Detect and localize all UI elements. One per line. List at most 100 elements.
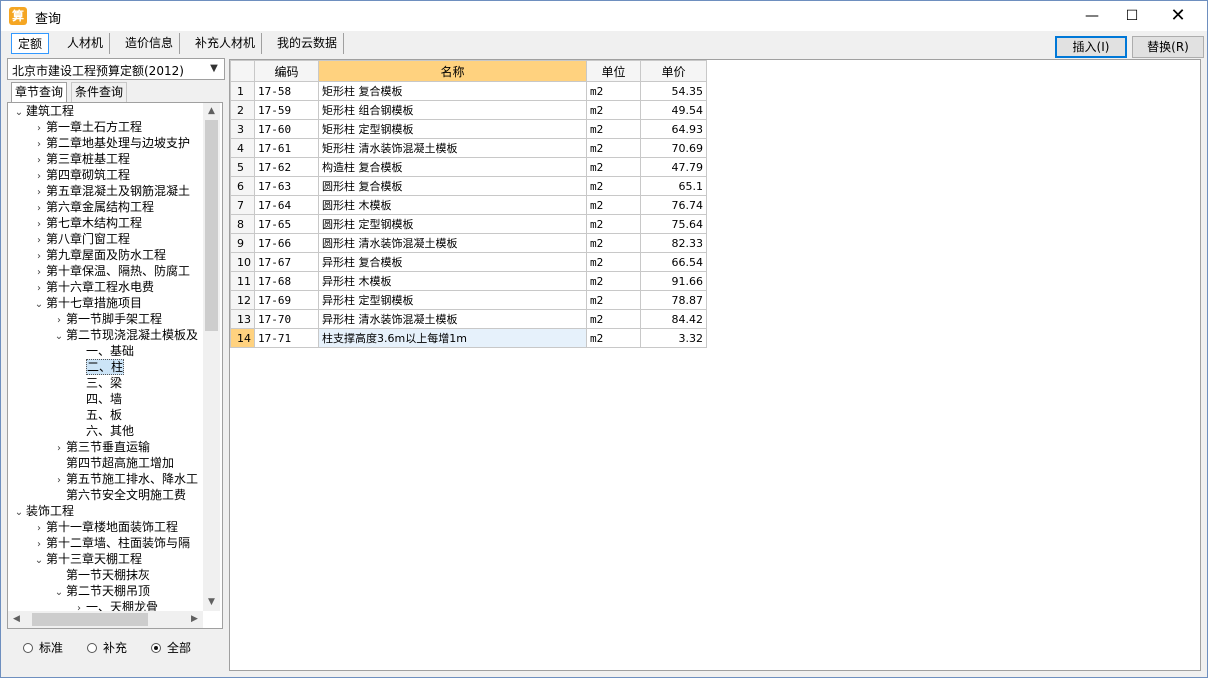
tree-item[interactable]: 二、柱 xyxy=(72,359,125,375)
tree-vertical-scrollbar[interactable]: ▲ ▼ xyxy=(203,103,220,611)
radio-standard[interactable]: 标准 xyxy=(23,640,63,656)
table-row[interactable]: 4 17-61 矩形柱 清水装饰混凝土模板 m2 70.69 xyxy=(230,138,707,158)
tree-item[interactable]: ⌄ 第十三章天棚工程 xyxy=(32,551,142,567)
cell-price[interactable]: 65.1 xyxy=(640,176,707,196)
cell-name[interactable]: 异形柱 复合模板 xyxy=(318,252,587,272)
tab-condition-search[interactable]: 条件查询 xyxy=(71,82,128,102)
tree-item[interactable]: › 第九章屋面及防水工程 xyxy=(32,247,166,263)
cell-price[interactable]: 84.42 xyxy=(640,309,707,329)
cell-code[interactable]: 17-60 xyxy=(254,119,319,139)
cell-unit[interactable]: m2 xyxy=(586,138,641,158)
scroll-down-icon[interactable]: ▼ xyxy=(203,594,220,611)
tree-item[interactable]: 六、其他 xyxy=(72,423,134,439)
cell-name[interactable]: 圆形柱 定型钢模板 xyxy=(318,214,587,234)
tree-item[interactable]: › 第十六章工程水电费 xyxy=(32,279,154,295)
maximize-icon[interactable]: ☐ xyxy=(1109,1,1155,31)
cell-unit[interactable]: m2 xyxy=(586,271,641,291)
cell-price[interactable]: 54.35 xyxy=(640,81,707,101)
cell-name[interactable]: 矩形柱 清水装饰混凝土模板 xyxy=(318,138,587,158)
scroll-up-icon[interactable]: ▲ xyxy=(203,103,220,120)
cell-code[interactable]: 17-61 xyxy=(254,138,319,158)
cell-rownum[interactable]: 12 xyxy=(230,290,255,310)
cell-rownum[interactable]: 5 xyxy=(230,157,255,177)
close-icon[interactable]: ✕ xyxy=(1155,1,1201,31)
cell-rownum[interactable]: 2 xyxy=(230,100,255,120)
cell-unit[interactable]: m2 xyxy=(586,328,641,348)
cell-name[interactable]: 异形柱 定型钢模板 xyxy=(318,290,587,310)
quota-library-select[interactable]: 北京市建设工程预算定额(2012) ▼ xyxy=(7,58,225,80)
cell-unit[interactable]: m2 xyxy=(586,119,641,139)
tree-item[interactable]: › 第三节垂直运输 xyxy=(52,439,150,455)
cell-price[interactable]: 76.74 xyxy=(640,195,707,215)
cell-code[interactable]: 17-59 xyxy=(254,100,319,120)
tree-item[interactable]: › 第七章木结构工程 xyxy=(32,215,142,231)
cell-code[interactable]: 17-68 xyxy=(254,271,319,291)
table-row[interactable]: 9 17-66 圆形柱 清水装饰混凝土模板 m2 82.33 xyxy=(230,233,707,253)
cell-price[interactable]: 82.33 xyxy=(640,233,707,253)
chevron-down-icon[interactable]: ⌄ xyxy=(12,505,26,521)
tab-labor-material[interactable]: 人材机 xyxy=(61,33,111,54)
table-row[interactable]: 3 17-60 矩形柱 定型钢模板 m2 64.93 xyxy=(230,119,707,139)
tree-item[interactable]: 五、板 xyxy=(72,407,122,423)
cell-name[interactable]: 异形柱 木模板 xyxy=(318,271,587,291)
tab-supplement-material[interactable]: 补充人材机 xyxy=(189,33,263,54)
tree-item[interactable]: 第六节安全文明施工费 xyxy=(52,487,186,503)
scroll-thumb[interactable] xyxy=(205,120,218,331)
chevron-down-icon[interactable]: ▼ xyxy=(206,61,222,77)
cell-unit[interactable]: m2 xyxy=(586,309,641,329)
cell-unit[interactable]: m2 xyxy=(586,157,641,177)
cell-unit[interactable]: m2 xyxy=(586,81,641,101)
cell-price[interactable]: 3.32 xyxy=(640,328,707,348)
table-row[interactable]: 8 17-65 圆形柱 定型钢模板 m2 75.64 xyxy=(230,214,707,234)
radio-all[interactable]: 全部 xyxy=(151,640,191,656)
tree-item[interactable]: 四、墙 xyxy=(72,391,122,407)
cell-code[interactable]: 17-58 xyxy=(254,81,319,101)
cell-code[interactable]: 17-70 xyxy=(254,309,319,329)
tree-horizontal-scrollbar[interactable]: ◀ ▶ xyxy=(8,611,203,628)
cell-rownum[interactable]: 9 xyxy=(230,233,255,253)
cell-code[interactable]: 17-62 xyxy=(254,157,319,177)
chevron-down-icon[interactable]: ⌄ xyxy=(12,105,26,121)
tree-item[interactable]: › 第六章金属结构工程 xyxy=(32,199,154,215)
cell-name[interactable]: 矩形柱 复合模板 xyxy=(318,81,587,101)
column-header-price[interactable]: 单价 xyxy=(640,60,707,82)
cell-rownum[interactable]: 4 xyxy=(230,138,255,158)
cell-rownum[interactable]: 1 xyxy=(230,81,255,101)
table-row[interactable]: 5 17-62 构造柱 复合模板 m2 47.79 xyxy=(230,157,707,177)
tree-item[interactable]: › 第五节施工排水、降水工 xyxy=(52,471,198,487)
cell-unit[interactable]: m2 xyxy=(586,100,641,120)
cell-price[interactable]: 47.79 xyxy=(640,157,707,177)
cell-code[interactable]: 17-66 xyxy=(254,233,319,253)
tree-item[interactable]: › 第十章保温、隔热、防腐工 xyxy=(32,263,190,279)
table-row[interactable]: 1 17-58 矩形柱 复合模板 m2 54.35 xyxy=(230,81,707,101)
tree-item[interactable]: 一、基础 xyxy=(72,343,134,359)
tree-item[interactable]: › 第八章门窗工程 xyxy=(32,231,130,247)
tree-item[interactable]: › 第五章混凝土及钢筋混凝土 xyxy=(32,183,190,199)
radio-icon[interactable] xyxy=(87,643,97,653)
table-row[interactable]: 11 17-68 异形柱 木模板 m2 91.66 xyxy=(230,271,707,291)
tree-item[interactable]: ⌄ 装饰工程 xyxy=(12,503,74,519)
tree-item[interactable]: 第四节超高施工增加 xyxy=(52,455,174,471)
cell-name[interactable]: 圆形柱 清水装饰混凝土模板 xyxy=(318,233,587,253)
tree-item[interactable]: ⌄ 第十七章措施项目 xyxy=(32,295,142,311)
table-row[interactable]: 12 17-69 异形柱 定型钢模板 m2 78.87 xyxy=(230,290,707,310)
table-row[interactable]: 10 17-67 异形柱 复合模板 m2 66.54 xyxy=(230,252,707,272)
tree-item[interactable]: › 第一章土石方工程 xyxy=(32,119,142,135)
tab-cloud-data[interactable]: 我的云数据 xyxy=(271,33,345,54)
cell-name[interactable]: 矩形柱 定型钢模板 xyxy=(318,119,587,139)
table-row[interactable]: 7 17-64 圆形柱 木模板 m2 76.74 xyxy=(230,195,707,215)
tree-item[interactable]: ⌄ 第二节现浇混凝土模板及 xyxy=(52,327,198,343)
table-row[interactable]: 2 17-59 矩形柱 组合钢模板 m2 49.54 xyxy=(230,100,707,120)
cell-unit[interactable]: m2 xyxy=(586,214,641,234)
radio-icon[interactable] xyxy=(151,643,161,653)
cell-rownum[interactable]: 3 xyxy=(230,119,255,139)
cell-rownum[interactable]: 13 xyxy=(230,309,255,329)
cell-code[interactable]: 17-65 xyxy=(254,214,319,234)
cell-unit[interactable]: m2 xyxy=(586,195,641,215)
table-row[interactable]: 14 17-71 柱支撑高度3.6m以上每增1m m2 3.32 xyxy=(230,328,707,348)
cell-name[interactable]: 柱支撑高度3.6m以上每增1m xyxy=(318,328,587,348)
cell-rownum[interactable]: 11 xyxy=(230,271,255,291)
cell-unit[interactable]: m2 xyxy=(586,233,641,253)
cell-name[interactable]: 矩形柱 组合钢模板 xyxy=(318,100,587,120)
tree-item[interactable]: ⌄ 建筑工程 xyxy=(12,103,74,119)
